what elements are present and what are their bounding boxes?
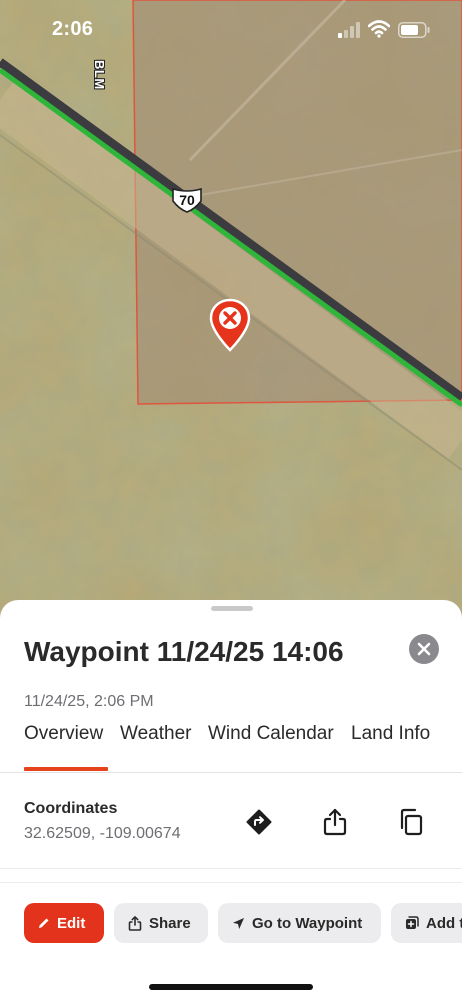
copy-coordinates-button[interactable] (396, 807, 426, 837)
edit-button-label: Edit (57, 914, 86, 932)
share-coordinates-button[interactable] (320, 807, 350, 837)
blm-boundary-label: BLM (92, 60, 107, 90)
route-number: 70 (179, 192, 195, 208)
status-time: 2:06 (52, 18, 94, 40)
tab-wind-calendar[interactable]: Wind Calendar (208, 723, 334, 745)
close-button[interactable] (409, 634, 439, 664)
share-button[interactable]: Share (114, 903, 208, 943)
wifi-icon (368, 20, 390, 38)
sheet-grabber[interactable] (211, 606, 253, 611)
tab-overview[interactable]: Overview (24, 723, 103, 745)
coordinates-label: Coordinates (24, 800, 118, 817)
waypoint-date: 11/24/25, 2:06 PM (24, 693, 154, 710)
share-icon (128, 915, 142, 931)
waypoint-bottom-sheet: Waypoint 11/24/25 14:06 11/24/25, 2:06 P… (0, 600, 462, 1000)
add-to-list-icon (406, 916, 419, 929)
share-button-label: Share (149, 914, 191, 932)
status-bar: 2:06 (0, 0, 462, 60)
copy-icon (400, 808, 423, 836)
waypoint-title: Waypoint 11/24/25 14:06 (24, 636, 344, 667)
active-tab-indicator (24, 767, 108, 771)
section-divider (0, 882, 462, 883)
share-icon (323, 808, 347, 836)
go-to-waypoint-label: Go to Waypoint (252, 914, 363, 932)
waypoint-marker-icon[interactable] (209, 298, 251, 352)
coordinates-value[interactable]: 32.62509, -109.00674 (24, 825, 181, 843)
directions-button[interactable] (244, 807, 274, 837)
tab-bar: Overview Weather Wind Calendar Land Info (0, 721, 462, 773)
tab-weather[interactable]: Weather (120, 723, 191, 745)
cellular-signal-icon (338, 22, 360, 38)
pencil-icon (39, 918, 49, 928)
navigation-arrow-icon (233, 917, 244, 929)
route-shield: 70 (171, 187, 203, 213)
section-divider (0, 868, 462, 869)
add-button[interactable]: Add t (391, 903, 462, 943)
battery-icon (398, 22, 430, 38)
go-to-waypoint-button[interactable]: Go to Waypoint (218, 903, 381, 943)
tab-land-info[interactable]: Land Info (351, 723, 430, 745)
edit-button[interactable]: Edit (24, 903, 104, 943)
close-icon (417, 642, 431, 656)
home-indicator[interactable] (149, 984, 313, 990)
directions-icon (246, 809, 272, 835)
add-button-label: Add t (426, 914, 462, 932)
map-view[interactable]: 2:06 BLM 70 (0, 0, 462, 640)
